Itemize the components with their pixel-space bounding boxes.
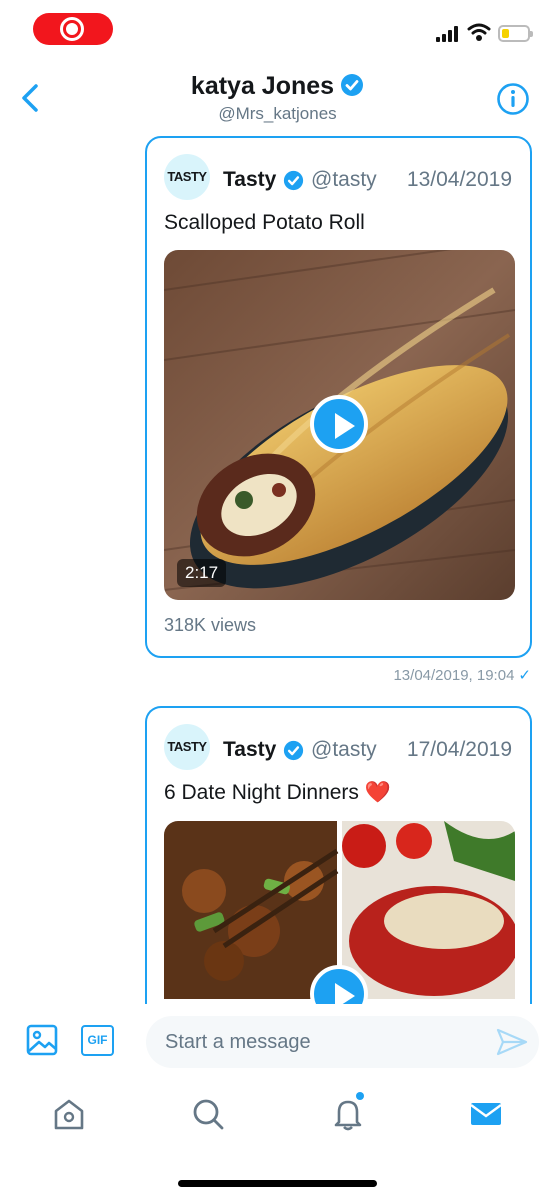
view-count: 318K views xyxy=(164,615,257,635)
home-indicator xyxy=(178,1180,377,1187)
tweet-text: Scalloped Potato Roll xyxy=(164,211,365,234)
info-button[interactable] xyxy=(496,82,530,116)
avatar[interactable]: TASTY xyxy=(164,724,210,770)
search-icon[interactable] xyxy=(190,1096,226,1132)
message-timestamp: 13/04/2019, 19:04 ✓ xyxy=(393,667,531,684)
gif-button[interactable]: GIF xyxy=(81,1025,114,1056)
contact-handle: @Mrs_katjones xyxy=(218,104,337,123)
notification-badge xyxy=(356,1092,364,1100)
home-icon[interactable] xyxy=(51,1096,87,1132)
shared-tweet-card[interactable]: TASTY Tasty @tasty 13/04/2019 Scalloped … xyxy=(145,136,532,658)
tweet-author-handle: @tasty xyxy=(311,738,377,761)
tweet-text: 6 Date Night Dinners ❤️ xyxy=(164,781,391,804)
verified-badge-icon xyxy=(341,74,364,96)
screen-recording-indicator[interactable] xyxy=(33,13,113,45)
bell-icon[interactable] xyxy=(330,1096,366,1132)
video-thumbnail[interactable]: 2:17 xyxy=(164,250,515,600)
video-thumbnail-grid[interactable] xyxy=(164,821,515,1006)
mail-icon[interactable] xyxy=(468,1096,504,1132)
wifi-icon xyxy=(467,23,491,41)
tab-bar xyxy=(0,1084,555,1200)
tweet-author-name: Tasty xyxy=(223,738,277,761)
send-icon[interactable] xyxy=(496,1027,528,1057)
battery-icon xyxy=(498,25,533,42)
tweet-author-handle: @tasty xyxy=(311,168,377,191)
signal-icon xyxy=(436,26,462,42)
read-receipt-icon: ✓ xyxy=(518,667,531,684)
tweet-date: 17/04/2019 xyxy=(406,738,512,761)
shared-tweet-card[interactable]: TASTY Tasty @tasty 17/04/2019 6 Date Nig… xyxy=(145,706,532,1006)
image-picker-icon[interactable] xyxy=(26,1024,58,1056)
tweet-author-name: Tasty xyxy=(223,168,277,191)
contact-name: katya Jones xyxy=(190,72,335,100)
video-duration: 2:17 xyxy=(177,559,227,587)
verified-badge-icon xyxy=(283,170,304,191)
avatar[interactable]: TASTY xyxy=(164,154,210,200)
conversation-title: katya Jones xyxy=(0,72,555,101)
status-bar xyxy=(0,0,555,60)
verified-badge-icon xyxy=(283,740,304,761)
message-input[interactable] xyxy=(146,1016,539,1068)
conversation-header: katya Jones @Mrs_katjones xyxy=(0,60,555,132)
tweet-date: 13/04/2019 xyxy=(406,168,512,191)
message-composer: GIF xyxy=(0,1004,555,1078)
play-button[interactable] xyxy=(310,395,368,453)
